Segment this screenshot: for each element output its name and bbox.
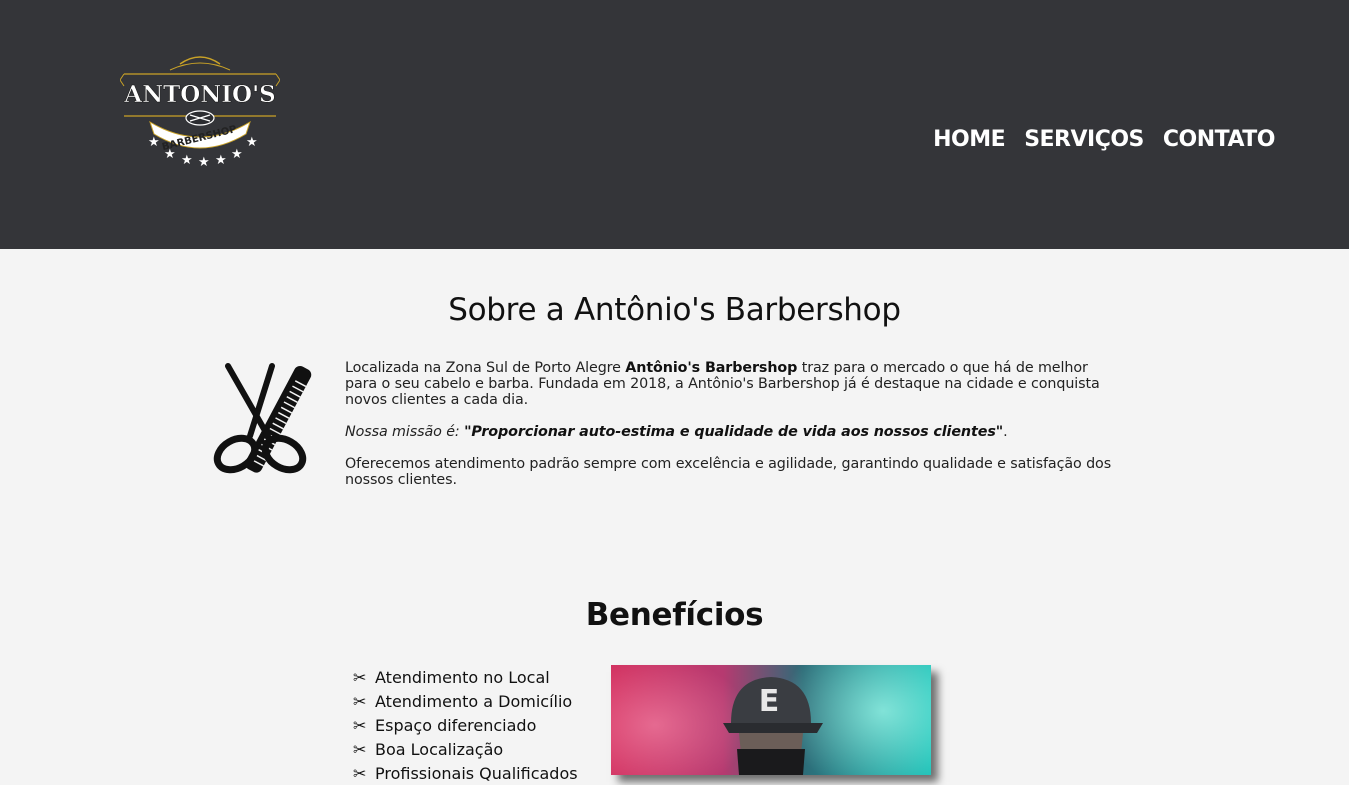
brand-name: Antônio's Barbershop — [625, 360, 798, 376]
svg-text:★: ★ — [246, 135, 258, 150]
about-description: Localizada na Zona Sul de Porto Alegre A… — [345, 360, 1115, 504]
benefits-image: E — [611, 665, 931, 775]
mission-quote: "Proporcionar auto-estima e qualidade de… — [464, 424, 1004, 440]
benefits-list: ✂ Atendimento no Local ✂ Atendimento a Dom… — [353, 665, 578, 785]
nav-contact-link[interactable]: CONTATO — [1163, 126, 1276, 154]
barbershop-logo[interactable]: ANTONIO'S BARBERSHOP ★ ★ ★ ★ ★ ★ ★ — [119, 52, 281, 176]
scissors-icon: ✂ — [353, 667, 367, 687]
svg-text:★: ★ — [148, 135, 160, 150]
scissors-icon: ✂ — [353, 715, 367, 735]
svg-text:★: ★ — [181, 153, 193, 168]
list-item: ✂ Profissionais Qualificados — [353, 763, 578, 783]
list-item: ✂ Boa Localização — [353, 739, 504, 759]
logo-top-text: ANTONIO'S — [123, 81, 276, 108]
list-item: ✂ Atendimento a Domicílio — [353, 691, 573, 711]
about-title: Sobre a Antônio's Barbershop — [448, 292, 901, 328]
list-item: ✂ Espaço diferenciado — [353, 715, 537, 735]
about-paragraph-intro: Localizada na Zona Sul de Porto Alegre A… — [345, 360, 1100, 408]
cap-letter: E — [759, 684, 780, 719]
svg-text:★: ★ — [198, 155, 210, 170]
list-item: ✂ Atendimento no Local — [353, 667, 550, 687]
svg-text:★: ★ — [231, 147, 243, 162]
about-paragraph-service: Oferecemos atendimento padrão sempre com… — [345, 456, 1112, 488]
svg-text:★: ★ — [215, 153, 227, 168]
scissors-comb-icon — [210, 358, 320, 484]
svg-text:★: ★ — [164, 147, 176, 162]
nav-services-link[interactable]: SERVIÇOS — [1024, 126, 1144, 154]
about-paragraph-mission: Nossa missão é: "Proporcionar auto-estim… — [345, 424, 1008, 440]
scissors-icon: ✂ — [353, 691, 367, 711]
main-nav: HOME SERVIÇOS CONTATO — [933, 126, 1275, 154]
benefits-title: Benefícios — [585, 597, 764, 633]
site-header: ANTONIO'S BARBERSHOP ★ ★ ★ ★ ★ ★ ★ HOME … — [0, 0, 1349, 249]
scissors-icon: ✂ — [353, 763, 367, 783]
nav-home-link[interactable]: HOME — [933, 126, 1006, 154]
scissors-icon: ✂ — [353, 739, 367, 759]
